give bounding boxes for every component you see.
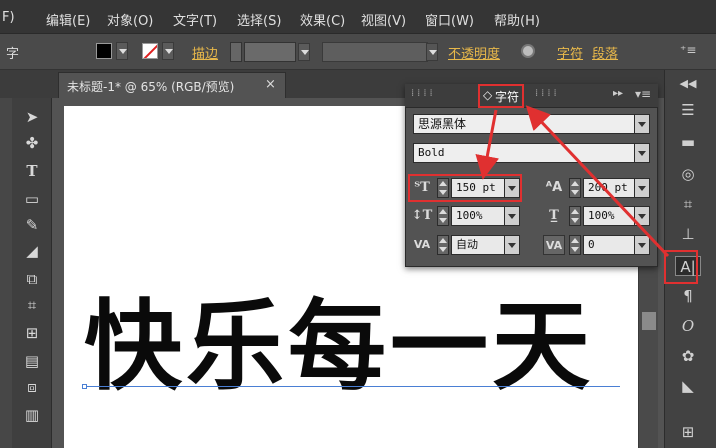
arrow-to-font-size <box>475 109 500 180</box>
annotation-arrows <box>475 105 670 258</box>
arrow-to-character-tab <box>525 105 670 258</box>
